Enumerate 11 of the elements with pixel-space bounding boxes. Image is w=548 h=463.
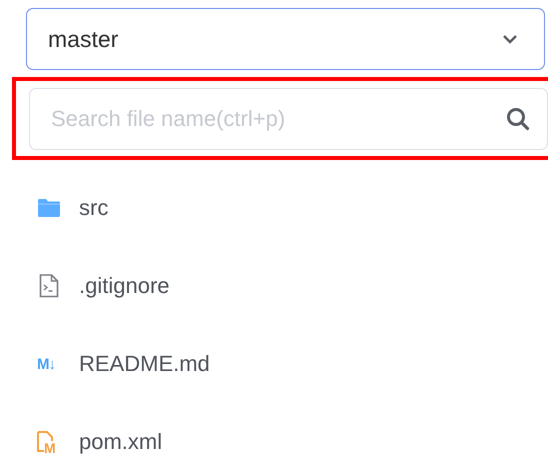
file-name[interactable]: src xyxy=(79,195,108,221)
file-name[interactable]: pom.xml xyxy=(79,429,162,455)
file-name[interactable]: .gitignore xyxy=(79,273,170,299)
folder-icon xyxy=(37,199,61,217)
chevron-down-icon xyxy=(502,34,518,44)
branch-select[interactable]: master xyxy=(26,8,545,70)
search-icon xyxy=(506,107,530,131)
file-name[interactable]: README.md xyxy=(79,351,210,377)
search-field[interactable]: Search file name(ctrl+p) xyxy=(29,88,548,150)
markdown-icon: M↓ xyxy=(37,356,61,372)
terminal-file-icon xyxy=(37,274,61,298)
